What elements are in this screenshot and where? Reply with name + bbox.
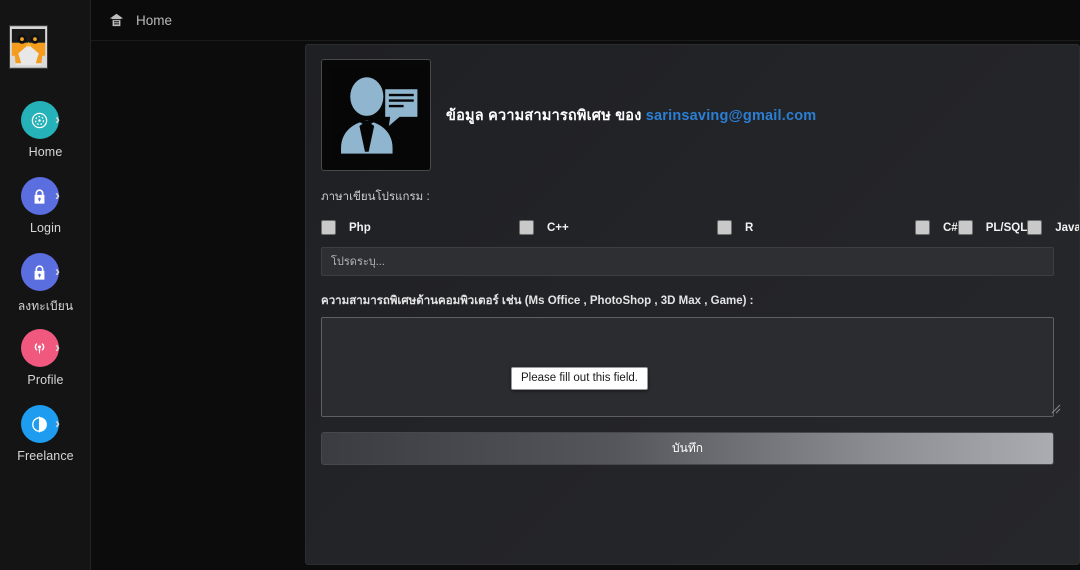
checkbox-row: C++ [519,215,717,240]
lock-icon [20,177,59,215]
sidebar-nav: › Home › Login › ลงทะเบียน › Profile › F… [0,101,91,481]
sidebar-item-profile[interactable]: › Profile [0,329,91,405]
card-header: ข้อมูล ความสามารถพิเศษ ของ sarinsaving@g… [321,59,1064,171]
sidebar-item-label: Login [29,221,62,235]
languages-section-label: ภาษาเขียนโปรแกรม : [321,191,430,203]
user-email-link[interactable]: sarinsaving@gmail.com [646,108,817,124]
sidebar: › Home › Login › ลงทะเบียน › Profile › F… [0,0,91,570]
contrast-icon [20,405,59,443]
checkbox-row: R [717,215,915,240]
checkbox-java[interactable] [1027,220,1043,235]
chevron-right-icon: › [55,263,60,280]
chevron-right-icon: › [55,339,60,356]
checkbox-cpp[interactable] [519,220,534,235]
checkbox-label: C# [943,221,958,234]
owl-logo-image [10,26,47,68]
special-skills-card: ข้อมูล ความสามารถพิเศษ ของ sarinsaving@g… [305,44,1080,565]
checkbox-label: R [745,221,754,234]
home-icon [108,12,125,29]
main-content: Home ข้อมูล ความสามารถพิเศษ ของ sarinsav… [91,0,1080,570]
checkbox-plsql[interactable] [957,220,973,235]
site-logo[interactable] [9,25,48,69]
validation-tooltip: Please fill out this field. [511,367,648,390]
lock-icon [20,253,59,291]
save-button[interactable]: บันทึก [321,432,1054,465]
skills-section-label: ความสามารถพิเศษด้านคอมพิวเตอร์ เช่น (Ms … [321,295,754,307]
sidebar-item-freelance[interactable]: › Freelance [0,405,91,481]
page-title-prefix: ข้อมูล ความสามารถพิเศษ ของ [446,107,642,124]
compass-icon [20,101,59,139]
page-title: ข้อมูล ความสามารถพิเศษ ของ sarinsaving@g… [446,104,816,127]
checkbox-row: Java [1027,215,1080,240]
checkbox-row: PL/SQL [957,215,1028,240]
sidebar-item-label: Freelance [17,449,74,463]
checkbox-row: Php [321,215,519,240]
checkbox-label: Java [1055,221,1080,234]
top-navbar: Home [91,0,1080,41]
checkbox-php[interactable] [321,220,336,235]
checkbox-r[interactable] [717,220,732,235]
person-speech-bubble-icon [321,59,431,171]
checkbox-label: PL/SQL [985,221,1028,234]
chevron-right-icon: › [55,111,60,128]
checkbox-label: C++ [547,221,569,234]
broadcast-icon [20,329,59,367]
sidebar-item-login[interactable]: › Login [0,177,91,253]
chevron-right-icon: › [55,187,60,204]
sidebar-item-label: ลงทะเบียน [17,299,74,313]
languages-checkbox-grid: Php C++ R C# PL/SQL Java C Delphi VB อื่… [321,215,1079,240]
computer-skills-textarea[interactable] [321,317,1054,417]
checkbox-row: C# [915,215,958,240]
sidebar-item-label: Home [28,145,63,159]
sidebar-item-home[interactable]: › Home [0,101,91,177]
app-root: › Home › Login › ลงทะเบียน › Profile › F… [0,0,1080,570]
sidebar-item-register[interactable]: › ลงทะเบียน [0,253,91,329]
sidebar-item-label: Profile [27,373,64,387]
other-language-input[interactable] [321,247,1054,276]
chevron-right-icon: › [55,415,60,432]
breadcrumb-home[interactable]: Home [136,13,172,28]
checkbox-csharp[interactable] [915,220,930,235]
checkbox-label: Php [349,221,371,234]
